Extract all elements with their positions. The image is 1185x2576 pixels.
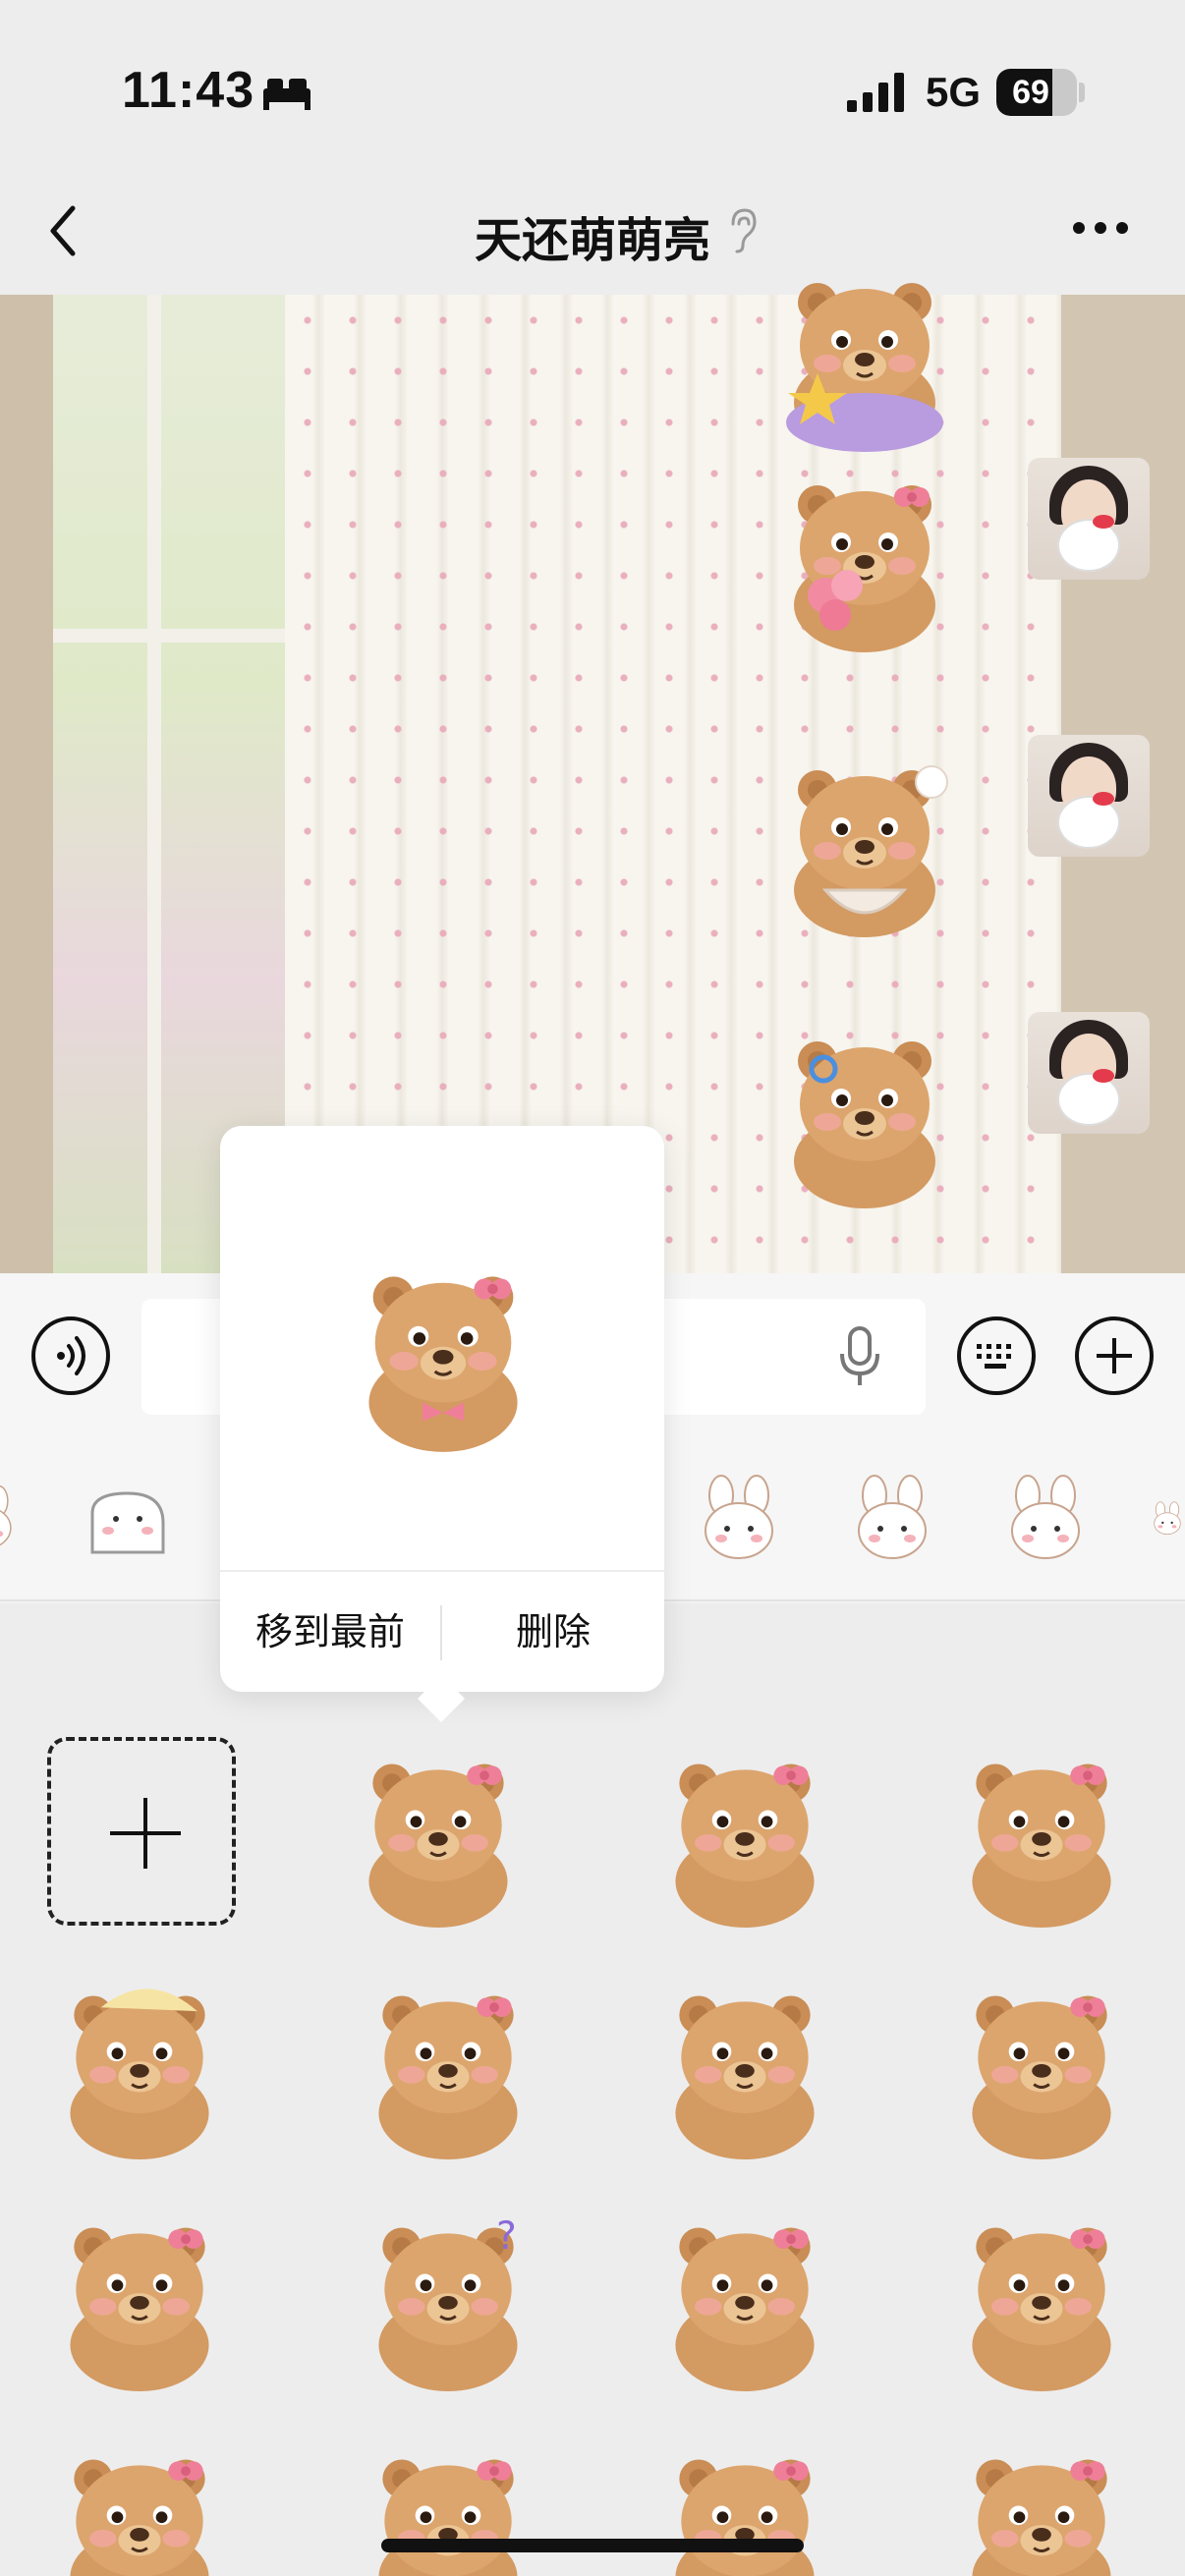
signal-icon xyxy=(847,73,904,112)
sticker-item[interactable] xyxy=(945,1969,1138,2161)
more-icon[interactable] xyxy=(1071,218,1130,238)
voice-mode-button[interactable] xyxy=(31,1316,110,1395)
sticker-pack-tab[interactable] xyxy=(83,1474,173,1564)
chat-title: 天还萌萌亮 xyxy=(474,215,710,267)
sticker-pack-tab[interactable] xyxy=(694,1474,784,1564)
sticker-item[interactable] xyxy=(43,1969,236,2161)
avatar-bow xyxy=(1093,792,1114,806)
battery-icon: 69 xyxy=(996,69,1077,116)
avatar-bow xyxy=(1093,1069,1114,1083)
sticker-item[interactable] xyxy=(352,2433,544,2576)
sticker-item[interactable] xyxy=(352,1969,544,2161)
sticker-item[interactable] xyxy=(43,2433,236,2576)
more-actions-button[interactable] xyxy=(1075,1316,1154,1395)
home-indicator[interactable] xyxy=(381,2539,804,2552)
sticker-item[interactable] xyxy=(342,1737,535,1930)
sticker-item[interactable] xyxy=(649,1969,841,2161)
keyboard-button[interactable] xyxy=(957,1316,1036,1395)
sticker-item[interactable] xyxy=(649,2433,841,2576)
sticker-item[interactable] xyxy=(945,2201,1138,2393)
status-time: 11:43 xyxy=(122,62,255,119)
sticker-pack-tab[interactable] xyxy=(1000,1474,1091,1564)
add-sticker-button[interactable] xyxy=(47,1737,236,1926)
popover-divider xyxy=(220,1570,664,1572)
delete-button[interactable]: 删除 xyxy=(442,1605,664,1660)
user-avatar[interactable] xyxy=(1028,735,1150,857)
sticker-pack-tab[interactable] xyxy=(1150,1474,1185,1564)
sticker-pack-tab[interactable] xyxy=(847,1474,937,1564)
chat-sticker-bear-star[interactable] xyxy=(766,255,963,452)
window-mullion xyxy=(53,629,289,643)
sticker-item[interactable]: ? xyxy=(352,2201,544,2393)
svg-text:?: ? xyxy=(496,2214,517,2259)
sticker-item[interactable] xyxy=(945,1737,1138,1930)
sleep-focus-icon xyxy=(263,79,310,110)
ear-icon xyxy=(731,208,757,253)
sticker-item[interactable] xyxy=(649,1737,841,1930)
avatar-bow xyxy=(1093,515,1114,529)
chat-sticker-bear-flowers[interactable] xyxy=(766,458,963,654)
chat-sticker-bear-bowl[interactable] xyxy=(766,743,963,939)
keyboard-icon xyxy=(977,1344,1011,1369)
user-avatar[interactable] xyxy=(1028,458,1150,580)
plus-icon xyxy=(1097,1338,1132,1373)
sticker-item[interactable] xyxy=(649,2201,841,2393)
microphone-icon[interactable] xyxy=(837,1326,882,1387)
move-to-front-button[interactable]: 移到最前 xyxy=(220,1605,440,1660)
sticker-item[interactable] xyxy=(945,2433,1138,2576)
sticker-item[interactable] xyxy=(43,2201,236,2393)
battery-level: 69 xyxy=(1012,74,1049,111)
battery-cap xyxy=(1079,83,1085,102)
window-mullion xyxy=(147,295,161,1273)
user-avatar[interactable] xyxy=(1028,1012,1150,1134)
sticker-preview xyxy=(340,1248,546,1454)
sticker-pack-tab[interactable] xyxy=(0,1474,20,1564)
chat-sticker-bear-sad[interactable] xyxy=(766,1014,963,1210)
voice-icon xyxy=(57,1336,85,1375)
network-type: 5G xyxy=(926,69,982,115)
